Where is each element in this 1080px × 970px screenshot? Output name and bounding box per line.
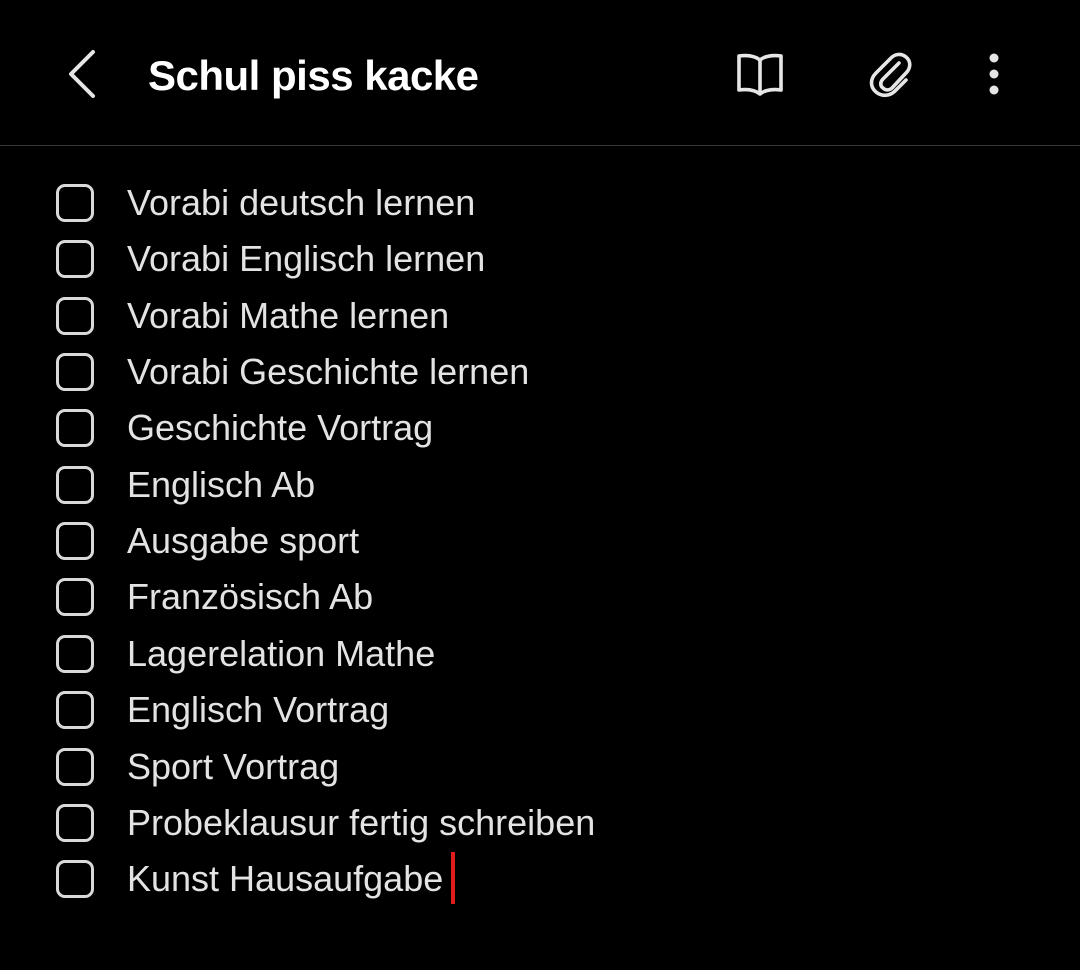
checkbox[interactable] [56,804,94,842]
attach-button[interactable] [857,40,925,108]
checklist-item-text[interactable]: Französisch Ab [127,571,373,627]
checklist-item-text[interactable]: Vorabi Englisch lernen [127,233,485,289]
checkbox[interactable] [56,635,94,673]
chevron-left-icon [69,50,95,98]
checklist-item: Lagerelation Mathe [0,628,1080,684]
checklist-item: Probeklausur fertig schreiben [0,797,1080,853]
checklist-item-text[interactable]: Kunst Hausaufgabe [127,852,456,909]
book-open-icon [737,53,783,96]
checkbox[interactable] [56,691,94,729]
checkbox[interactable] [56,297,94,335]
checkbox[interactable] [56,748,94,786]
checklist-item-text[interactable]: Probeklausur fertig schreiben [127,797,595,853]
checklist-item-text[interactable]: Vorabi deutsch lernen [127,177,475,233]
checklist-item-text[interactable]: Sport Vortrag [127,741,339,797]
text-cursor [451,852,456,905]
checklist-item-label: Kunst Hausaufgabe [127,858,444,899]
checkbox[interactable] [56,184,94,222]
paperclip-icon [869,52,912,98]
checkbox[interactable] [56,353,94,391]
checklist-item: Vorabi deutsch lernen [0,177,1080,233]
more-options-button[interactable] [960,40,1028,108]
more-vertical-icon [989,53,999,95]
checklist-item: Vorabi Mathe lernen [0,290,1080,346]
checklist-item-text[interactable]: Geschichte Vortrag [127,402,433,458]
checklist-item-text[interactable]: Vorabi Geschichte lernen [127,346,529,402]
checklist-item: Geschichte Vortrag [0,402,1080,458]
checklist-item: Ausgabe sport [0,515,1080,571]
checklist-item: Sport Vortrag [0,741,1080,797]
checklist-item: Englisch Vortrag [0,684,1080,740]
checklist-item-text[interactable]: Englisch Ab [127,459,315,515]
checklist-item-text[interactable]: Vorabi Mathe lernen [127,290,449,346]
app-header: Schul piss kacke [0,0,1080,146]
note-title[interactable]: Schul piss kacke [148,46,479,106]
checklist-item: Englisch Ab [0,459,1080,515]
checklist-item-text[interactable]: Lagerelation Mathe [127,628,435,684]
reading-mode-button[interactable] [726,40,794,108]
checklist-item: Vorabi Englisch lernen [0,233,1080,289]
back-button[interactable] [52,40,112,108]
checklist-item-text[interactable]: Ausgabe sport [127,515,359,571]
checkbox[interactable] [56,860,94,898]
checkbox[interactable] [56,466,94,504]
checkbox[interactable] [56,240,94,278]
checkbox[interactable] [56,522,94,560]
checklist-item: Vorabi Geschichte lernen [0,346,1080,402]
checkbox[interactable] [56,409,94,447]
checklist-item: Kunst Hausaufgabe [0,852,1080,909]
checklist-item-text[interactable]: Englisch Vortrag [127,684,389,740]
checklist-item: Französisch Ab [0,571,1080,627]
checkbox[interactable] [56,578,94,616]
